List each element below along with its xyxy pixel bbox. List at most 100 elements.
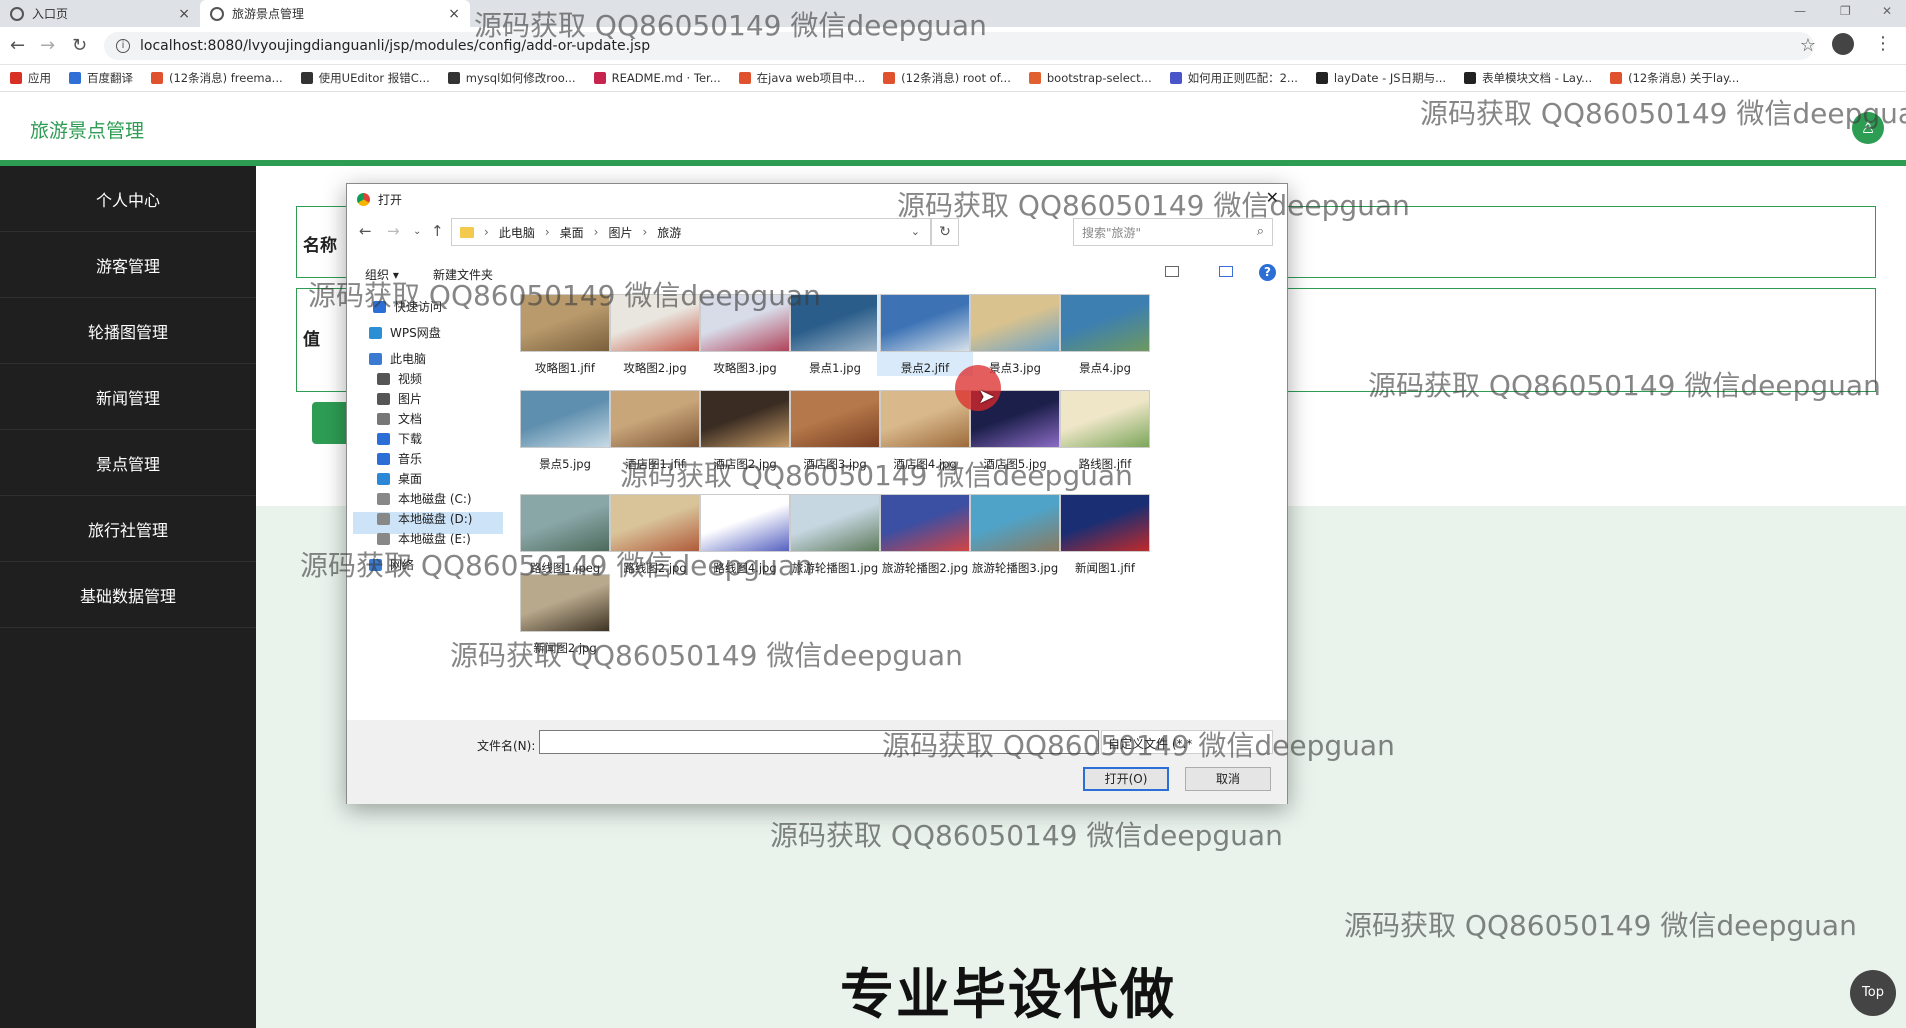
bookmark-label: bootstrap-select...: [1046, 71, 1152, 85]
bookmark-icon: [1464, 72, 1477, 84]
dialog-title: 打开: [378, 192, 403, 207]
star-icon[interactable]: ☆: [1800, 35, 1816, 56]
file-item[interactable]: 景点2.jfif: [877, 294, 973, 376]
bookmark-item[interactable]: bootstrap-select...: [1028, 71, 1152, 85]
image-thumbnail: [1060, 494, 1150, 552]
file-name: 景点4.jpg: [1079, 361, 1131, 375]
watermark: 源码获取 QQ86050149 微信deepguan: [474, 9, 987, 42]
close-icon[interactable]: ×: [448, 6, 460, 22]
restore-icon[interactable]: ❐: [1840, 4, 1851, 18]
bookmark-item[interactable]: (12条消息) root of...: [883, 70, 1011, 86]
forward-icon[interactable]: →: [387, 222, 400, 240]
tab-travel-admin[interactable]: 旅游景点管理 ×: [200, 0, 470, 27]
nav-item[interactable]: 本地磁盘 (C:): [377, 490, 472, 507]
sidebar-item[interactable]: 新闻管理: [0, 364, 256, 430]
sidebar-item[interactable]: 游客管理: [0, 232, 256, 298]
sidebar: 个人中心 游客管理 轮播图管理 新闻管理 景点管理 旅行社管理 基础数据管理: [0, 166, 256, 1028]
file-item[interactable]: 景点5.jpg: [517, 390, 613, 472]
breadcrumb-item[interactable]: 旅游: [657, 224, 681, 241]
nav-item-label: 桌面: [398, 472, 423, 486]
bookmark-icon: [69, 72, 81, 84]
bookmark-item[interactable]: (12条消息) freema...: [151, 70, 283, 86]
nav-item[interactable]: 本地磁盘 (D:): [377, 510, 472, 527]
nav-item[interactable]: 下载: [377, 430, 422, 447]
sidebar-item[interactable]: 基础数据管理: [0, 562, 256, 628]
bookmark-icon: [883, 72, 896, 84]
bookmark-item[interactable]: 百度翻译: [69, 70, 133, 86]
sidebar-item[interactable]: 轮播图管理: [0, 298, 256, 364]
nav-item[interactable]: 文档: [377, 410, 422, 427]
back-to-top-button[interactable]: Top: [1850, 970, 1896, 1016]
bookmark-item[interactable]: mysql如何修改roo...: [447, 70, 576, 86]
watermark: 源码获取 QQ86050149 微信deepguan: [882, 729, 1395, 762]
minimize-icon[interactable]: —: [1794, 4, 1806, 18]
nav-item[interactable]: 桌面: [377, 470, 422, 487]
file-name: 攻略图3.jpg: [713, 361, 777, 375]
music-icon: [377, 452, 390, 465]
close-icon[interactable]: ×: [178, 6, 190, 22]
watermark: 源码获取 QQ86050149 微信deepguan: [897, 189, 1410, 222]
nav-item[interactable]: 图片: [377, 390, 422, 407]
bookmark-icon: [300, 72, 313, 84]
file-item[interactable]: 新闻图1.jfif: [1057, 494, 1153, 576]
breadcrumb-item[interactable]: 桌面: [560, 224, 584, 241]
file-item[interactable]: 旅游轮播图3.jpg: [967, 494, 1063, 576]
app-title: 旅游景点管理: [30, 120, 145, 142]
name-label: 名称: [303, 236, 337, 256]
back-icon[interactable]: ←: [359, 222, 372, 240]
info-icon[interactable]: i: [116, 39, 130, 53]
bookmark-icon: [10, 72, 22, 84]
image-thumbnail: [880, 294, 970, 352]
bookmark-item[interactable]: README.md · Ter...: [593, 71, 721, 85]
more-menu-icon[interactable]: ⋮: [1874, 33, 1892, 54]
disk-icon: [377, 532, 390, 545]
disk-icon: [377, 492, 390, 505]
bookmark-item[interactable]: 使用UEditor 报错C...: [300, 70, 430, 86]
profile-avatar[interactable]: [1832, 33, 1854, 55]
nav-item[interactable]: 此电脑: [369, 350, 426, 367]
bookmark-label: (12条消息) root of...: [901, 71, 1011, 85]
up-folder-icon[interactable]: ↑: [431, 222, 444, 240]
nav-item[interactable]: 视频: [377, 370, 422, 387]
file-item[interactable]: 旅游轮播图2.jpg: [877, 494, 973, 576]
view-mode-icon[interactable]: [1165, 266, 1179, 277]
file-item[interactable]: 景点4.jpg: [1057, 294, 1153, 376]
image-thumbnail: [790, 390, 880, 448]
back-icon[interactable]: ←: [10, 35, 25, 56]
bookmark-item[interactable]: 应用: [10, 70, 51, 86]
bookmark-item[interactable]: 在java web项目中...: [738, 70, 865, 86]
path-breadcrumb[interactable]: › 此电脑 › 桌面 › 图片 › 旅游 ⌄: [451, 218, 931, 246]
breadcrumb-item[interactable]: 此电脑: [499, 224, 535, 241]
sidebar-item[interactable]: 旅行社管理: [0, 496, 256, 562]
file-name-label: 文件名(N):: [477, 739, 536, 753]
chevron-right-icon: ›: [544, 225, 550, 239]
bookmark-item[interactable]: (12条消息) 关于lay...: [1610, 70, 1739, 86]
recent-dropdown-icon[interactable]: ⌄: [413, 226, 421, 237]
nav-item[interactable]: WPS网盘: [369, 324, 441, 341]
chrome-icon: [357, 192, 370, 206]
help-icon[interactable]: ?: [1259, 264, 1276, 281]
watermark: 源码获取 QQ86050149 微信deepguan: [450, 639, 963, 672]
cancel-button[interactable]: 取消: [1185, 767, 1271, 791]
reload-icon[interactable]: ↻: [72, 35, 87, 56]
bookmark-label: mysql如何修改roo...: [465, 71, 576, 85]
preview-pane-icon[interactable]: [1219, 266, 1233, 277]
sidebar-item[interactable]: 个人中心: [0, 166, 256, 232]
bookmark-item[interactable]: 如何用正则匹配：2...: [1169, 70, 1298, 86]
nav-item-label: WPS网盘: [390, 326, 441, 340]
search-icon[interactable]: ⌕: [1257, 224, 1264, 239]
sidebar-item[interactable]: 景点管理: [0, 430, 256, 496]
nav-item[interactable]: 音乐: [377, 450, 422, 467]
tab-label: 旅游景点管理: [232, 7, 305, 21]
bookmark-item[interactable]: layDate - JS日期与...: [1315, 70, 1446, 86]
bookmark-item[interactable]: 表单模块文档 - Lay...: [1464, 70, 1592, 86]
chevron-down-icon[interactable]: ⌄: [911, 225, 920, 238]
breadcrumb-item[interactable]: 图片: [608, 224, 632, 241]
window-close-icon[interactable]: ✕: [1882, 4, 1892, 18]
bookmark-label: 应用: [28, 71, 51, 85]
forward-icon[interactable]: →: [40, 35, 55, 56]
open-button[interactable]: 打开(O): [1083, 767, 1169, 791]
bookmark-icon: [1610, 72, 1623, 84]
file-item[interactable]: 景点3.jpg: [967, 294, 1063, 376]
tab-entry-page[interactable]: 入口页 ×: [0, 0, 200, 27]
